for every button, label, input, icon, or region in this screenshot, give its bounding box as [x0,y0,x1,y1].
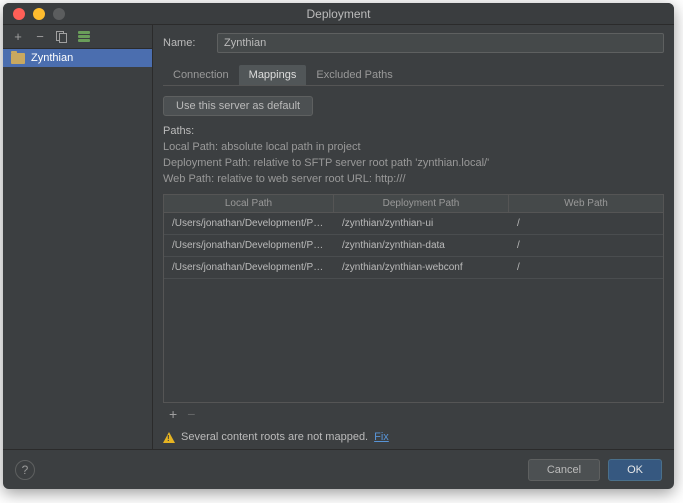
sidebar-item-zynthian[interactable]: Zynthian [3,49,152,67]
main-area: + − Zynthian Name: [3,25,674,449]
cell-local: /Users/jonathan/Development/Pycha… [164,235,334,256]
server-list: Zynthian [3,49,152,449]
th-web-path: Web Path [509,195,663,212]
paths-heading: Paths: [163,124,664,140]
mappings-table: Local Path Deployment Path Web Path /Use… [163,194,664,403]
paths-hints: Paths: Local Path: absolute local path i… [163,124,664,188]
ok-button[interactable]: OK [608,459,662,481]
warning-icon [163,432,175,443]
th-local-path: Local Path [164,195,334,212]
table-header: Local Path Deployment Path Web Path [164,195,663,213]
use-as-default-button[interactable]: Use this server as default [163,96,313,116]
tab-excluded-paths[interactable]: Excluded Paths [306,65,402,85]
server-icon [78,31,90,43]
local-path-hint: Local Path: absolute local path in proje… [163,140,664,156]
table-row[interactable]: /Users/jonathan/Development/Pycha… /zynt… [164,213,663,235]
footer-buttons: Cancel OK [528,459,662,481]
th-deployment-path: Deployment Path [334,195,509,212]
cell-web: / [509,235,663,256]
web-path-hint: Web Path: relative to web server root UR… [163,172,664,188]
name-label: Name: [163,37,205,49]
tab-mappings[interactable]: Mappings [239,65,307,85]
table-row[interactable]: /Users/jonathan/Development/Pycha… /zynt… [164,257,663,279]
copy-icon [56,31,68,43]
server-status-button[interactable] [77,30,91,44]
tab-connection[interactable]: Connection [163,65,239,85]
cell-deploy: /zynthian/zynthian-ui [334,213,509,234]
table-row[interactable]: /Users/jonathan/Development/Pycha… /zynt… [164,235,663,257]
sidebar: + − Zynthian [3,25,153,449]
deployment-path-hint: Deployment Path: relative to SFTP server… [163,156,664,172]
tabs: Connection Mappings Excluded Paths [163,65,664,86]
cell-web: / [509,257,663,278]
folder-icon [11,53,25,64]
cell-local: /Users/jonathan/Development/Pycha… [164,213,334,234]
add-server-button[interactable]: + [11,30,25,44]
copy-server-button[interactable] [55,30,69,44]
window-title: Deployment [3,7,674,21]
table-body: /Users/jonathan/Development/Pycha… /zynt… [164,213,663,402]
deployment-dialog: Deployment + − Zynthian [3,3,674,489]
cell-deploy: /zynthian/zynthian-webconf [334,257,509,278]
warning-row: Several content roots are not mapped. Fi… [163,425,664,449]
cancel-button[interactable]: Cancel [528,459,600,481]
remove-server-button[interactable]: − [33,30,47,44]
sidebar-toolbar: + − [3,25,152,49]
add-row-button[interactable]: + [169,407,177,421]
row-toolbar: + − [163,403,664,425]
fix-link[interactable]: Fix [374,431,389,443]
server-name-input[interactable] [217,33,664,53]
warning-text: Several content roots are not mapped. [181,431,368,443]
name-row: Name: [163,33,664,53]
cell-local: /Users/jonathan/Development/Pycha… [164,257,334,278]
sidebar-item-label: Zynthian [31,52,73,64]
titlebar: Deployment [3,3,674,25]
content-panel: Name: Connection Mappings Excluded Paths… [153,25,674,449]
cell-web: / [509,213,663,234]
dialog-footer: ? Cancel OK [3,449,674,489]
remove-row-button[interactable]: − [187,407,195,421]
cell-deploy: /zynthian/zynthian-data [334,235,509,256]
help-button[interactable]: ? [15,460,35,480]
